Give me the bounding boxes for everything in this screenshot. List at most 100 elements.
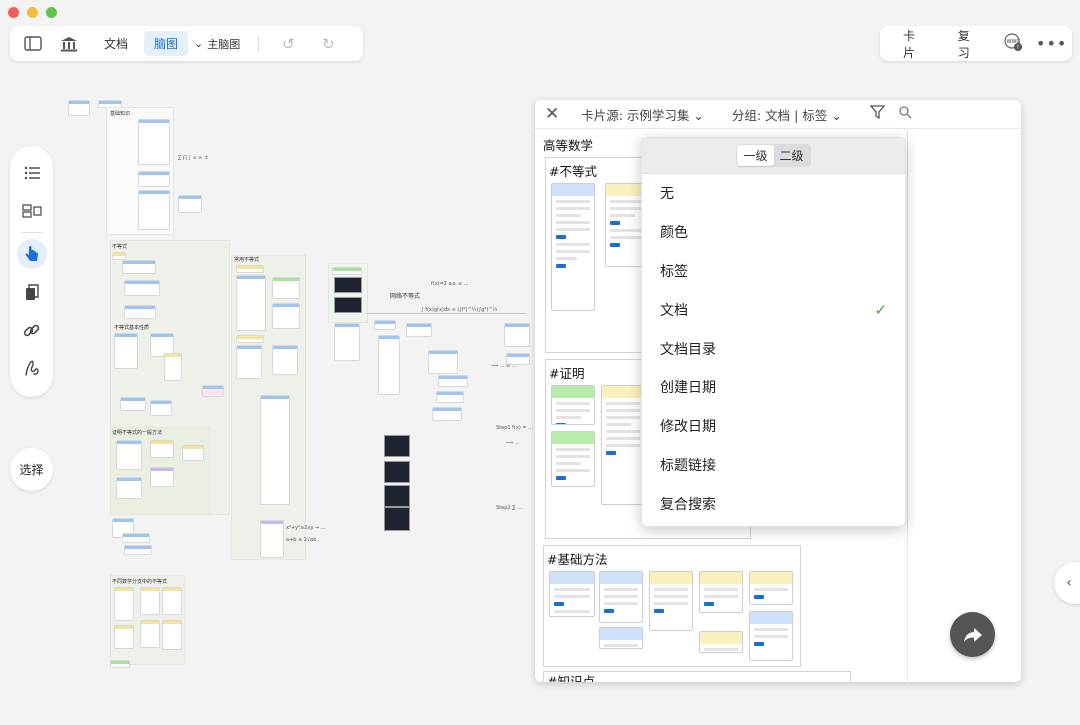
- mindmap-node[interactable]: [150, 467, 174, 487]
- select-button[interactable]: 选择: [10, 448, 53, 491]
- tab-mindmap[interactable]: 脑图: [144, 31, 189, 56]
- mindmap-node[interactable]: [374, 320, 396, 330]
- mindmap-node[interactable]: [162, 620, 182, 650]
- menu-item-compound-search[interactable]: 复合搜索: [642, 484, 905, 523]
- card[interactable]: [749, 611, 793, 661]
- mindmap-node[interactable]: [114, 333, 138, 369]
- mindmap-node[interactable]: [122, 533, 150, 543]
- card[interactable]: [599, 627, 643, 649]
- menu-item-tag[interactable]: 标签: [642, 252, 905, 291]
- mindmap-node[interactable]: [114, 625, 134, 649]
- mindmap-node[interactable]: [68, 100, 90, 116]
- card[interactable]: [551, 385, 595, 425]
- mindmap-node[interactable]: [114, 587, 134, 621]
- mindmap-node[interactable]: [202, 385, 224, 397]
- card[interactable]: [749, 571, 793, 605]
- mindmap-node[interactable]: [164, 353, 182, 381]
- card[interactable]: [699, 571, 743, 613]
- menu-item-none[interactable]: 无: [642, 174, 905, 213]
- mindmap-node[interactable]: [332, 267, 362, 275]
- mindmap-node[interactable]: [110, 660, 130, 668]
- mindmap-node[interactable]: [438, 375, 468, 387]
- menu-item-modified-date[interactable]: 修改日期: [642, 407, 905, 446]
- cards-button[interactable]: 卡片: [890, 27, 939, 61]
- copy-icon[interactable]: [17, 277, 47, 307]
- card-source-dropdown[interactable]: 卡片源: 示例学习集 ⌄: [581, 105, 704, 124]
- mindmap-node[interactable]: [124, 305, 156, 319]
- mindmap-node[interactable]: [272, 303, 300, 329]
- minimize-window-button[interactable]: [27, 7, 38, 18]
- sidebar-toggle-icon[interactable]: [20, 31, 46, 57]
- card[interactable]: [601, 385, 645, 505]
- mindmap-image-thumbnail[interactable]: [384, 435, 410, 457]
- wwg-help-icon[interactable]: WWG?: [1000, 32, 1027, 55]
- outline-icon[interactable]: [17, 158, 47, 188]
- mindmap-node[interactable]: [182, 445, 204, 461]
- filter-icon[interactable]: [869, 105, 886, 123]
- group-dropdown[interactable]: 分组: 文档 | 标签 ⌄: [732, 105, 842, 124]
- level-2-option[interactable]: 二级: [774, 145, 810, 166]
- mindmap-node[interactable]: [124, 545, 152, 555]
- close-window-button[interactable]: [8, 7, 19, 18]
- menu-item-document[interactable]: 文档 ✓: [642, 290, 905, 329]
- mindmap-node[interactable]: [236, 335, 264, 343]
- card[interactable]: [599, 571, 643, 623]
- mindmap-node[interactable]: [260, 395, 290, 505]
- mindmap-node[interactable]: [124, 280, 160, 296]
- card[interactable]: [699, 631, 743, 653]
- redo-icon[interactable]: ↻: [315, 35, 341, 53]
- mindmap-node[interactable]: [378, 335, 400, 395]
- share-icon[interactable]: [950, 612, 995, 657]
- layout-icon[interactable]: [17, 196, 47, 226]
- search-icon[interactable]: [899, 105, 912, 123]
- mindmap-node[interactable]: [140, 587, 160, 615]
- mindmap-node[interactable]: [236, 345, 262, 379]
- mindmap-node[interactable]: [116, 477, 142, 499]
- undo-icon[interactable]: ↺: [275, 35, 301, 53]
- mindmap-image-thumbnail[interactable]: [384, 461, 410, 483]
- mindmap-node[interactable]: [406, 323, 432, 337]
- mindmap-node[interactable]: [162, 587, 182, 615]
- mindmap-node[interactable]: [140, 620, 160, 648]
- mindmap-node[interactable]: [236, 265, 264, 273]
- card[interactable]: [549, 571, 595, 617]
- card[interactable]: [649, 571, 693, 631]
- mindmap-image-thumbnail[interactable]: [384, 485, 410, 507]
- mindmap-node[interactable]: [272, 345, 298, 375]
- mindmap-node[interactable]: [504, 323, 530, 347]
- more-icon[interactable]: •••: [1036, 34, 1066, 53]
- zoom-window-button[interactable]: [46, 7, 57, 18]
- mindmap-node[interactable]: [122, 260, 156, 274]
- menu-item-color[interactable]: 颜色: [642, 213, 905, 252]
- level-1-option[interactable]: 一级: [737, 145, 774, 166]
- mindmap-node[interactable]: [436, 391, 464, 403]
- close-icon[interactable]: ✕: [545, 104, 559, 124]
- mindmap-node[interactable]: [116, 440, 142, 470]
- menu-item-title-link[interactable]: 标题链接: [642, 446, 905, 485]
- mindmap-node[interactable]: [138, 190, 170, 230]
- link-icon[interactable]: [17, 315, 47, 345]
- mindmap-node[interactable]: [120, 397, 146, 411]
- hand-pointer-icon[interactable]: [16, 239, 47, 269]
- menu-item-document-toc[interactable]: 文档目录: [642, 329, 905, 368]
- mindmap-node[interactable]: [428, 350, 458, 374]
- mindmap-node[interactable]: [178, 195, 202, 213]
- main-mindmap-dropdown[interactable]: ⌄ 主脑图: [194, 36, 240, 52]
- mindmap-node[interactable]: [150, 440, 174, 458]
- menu-item-created-date[interactable]: 创建日期: [642, 368, 905, 407]
- mindmap-node[interactable]: [260, 520, 284, 558]
- chevron-left-icon[interactable]: ‹: [1054, 562, 1080, 604]
- mindmap-node[interactable]: [138, 119, 170, 165]
- mindmap-canvas[interactable]: 基础知识 ∑ ∏ ∫ ≤ ≥ ± 不等式 不等式基本性质 证明不等式的一般方法 …: [66, 95, 536, 675]
- review-button[interactable]: 复习: [945, 27, 994, 61]
- mindmap-node[interactable]: [150, 400, 172, 416]
- mindmap-image-thumbnail[interactable]: [384, 507, 410, 531]
- card[interactable]: [551, 431, 595, 487]
- mindmap-image-thumbnail[interactable]: [334, 277, 362, 293]
- card[interactable]: [551, 183, 595, 311]
- mindmap-node[interactable]: [112, 252, 126, 260]
- draw-icon[interactable]: [17, 353, 47, 383]
- mindmap-node[interactable]: [432, 407, 462, 421]
- mindmap-node[interactable]: [272, 277, 300, 299]
- library-icon[interactable]: [56, 31, 82, 57]
